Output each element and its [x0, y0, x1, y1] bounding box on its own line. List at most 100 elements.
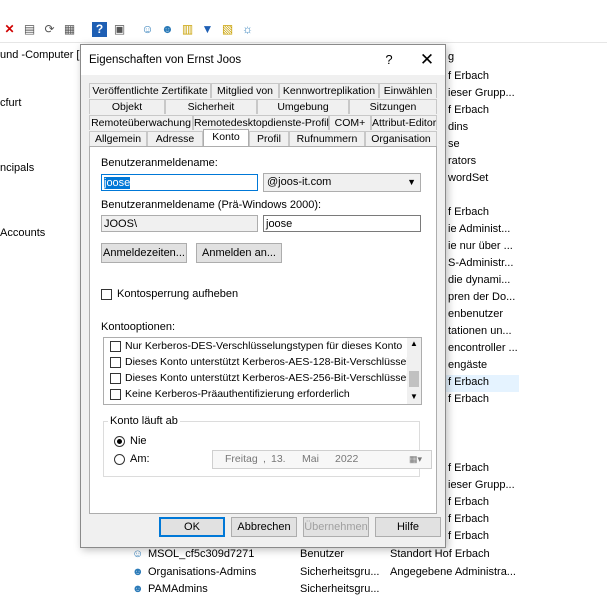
export-list-icon[interactable]: ▦	[62, 22, 77, 37]
list-desc: S-Administr...	[448, 257, 514, 269]
tree-item[interactable]: ncipals	[0, 162, 34, 174]
show-pane-icon[interactable]: ▣	[112, 22, 127, 37]
dialog-titlebar[interactable]: Eigenschaften von Ernst Joos ? ✕	[81, 45, 445, 75]
chevron-down-icon[interactable]: ▼	[410, 392, 418, 401]
tree-item[interactable]: Accounts	[0, 227, 45, 239]
tab-organization[interactable]: Organisation	[365, 131, 437, 146]
row-name: PAMAdmins	[148, 583, 208, 595]
logon-hours-button[interactable]: Anmeldezeiten...	[101, 243, 187, 263]
add-to-group-icon[interactable]: ▧	[220, 22, 235, 37]
date-month: Mai	[302, 453, 319, 465]
domain-suffix-value: @joos-it.com	[267, 176, 332, 188]
tab-object[interactable]: Objekt	[89, 99, 165, 114]
tab-profile[interactable]: Profil	[249, 131, 289, 146]
tab-environment[interactable]: Umgebung	[257, 99, 349, 114]
tab-security[interactable]: Sicherheit	[165, 99, 257, 114]
help-dialog-button[interactable]: Hilfe	[375, 517, 441, 537]
option-checkbox[interactable]	[110, 341, 121, 352]
filter-icon[interactable]: ▼	[200, 22, 215, 37]
list-desc: g	[448, 51, 455, 63]
date-weekday: Freitag	[225, 453, 258, 465]
list-desc: ie nur über ...	[448, 240, 513, 252]
properties-dialog: Eigenschaften von Ernst Joos ? ✕ Veröffe…	[80, 44, 446, 548]
scrollbar-thumb[interactable]	[409, 371, 419, 387]
user-icon: ☺	[132, 548, 144, 560]
row-type: Sicherheitsgru...	[300, 583, 380, 595]
apply-button: Übernehmen	[303, 517, 369, 537]
cancel-button[interactable]: Abbrechen	[231, 517, 297, 537]
date-year: 2022	[335, 453, 359, 465]
table-row[interactable]: ☻ PAMAdmins Sicherheitsgru...	[130, 583, 600, 600]
expires-on-radio[interactable]	[114, 454, 125, 465]
list-desc: f Erbach	[448, 513, 489, 525]
new-group-icon[interactable]: ☻	[160, 22, 175, 37]
delegate-icon[interactable]: ☼	[240, 22, 255, 37]
list-desc: ieser Grupp...	[448, 479, 515, 491]
list-desc: ieser Grupp...	[448, 87, 515, 99]
group-icon: ☻	[132, 566, 144, 578]
list-desc: se	[448, 138, 460, 150]
new-user-icon[interactable]: ☺	[140, 22, 155, 37]
logon-to-button[interactable]: Anmelden an...	[196, 243, 282, 263]
account-options-label: Kontooptionen:	[101, 321, 176, 333]
table-row[interactable]: ☺ MSOL_cf5c309d7271 Benutzer Standort Ho…	[130, 548, 600, 565]
expiry-date-picker: Freitag , 13. Mai 2022 ▦▾	[212, 450, 432, 469]
tab-telephones[interactable]: Rufnummern	[289, 131, 365, 146]
options-scrollbar[interactable]: ▲ ▼	[407, 338, 421, 404]
tab-certificates[interactable]: Veröffentlichte Zertifikate	[89, 83, 211, 98]
pre2000-label: Benutzeranmeldename (Prä-Windows 2000):	[101, 199, 322, 211]
logon-name-input[interactable]: joose	[101, 174, 258, 191]
list-desc: f Erbach	[448, 70, 489, 82]
list-desc: pren der Do...	[448, 291, 516, 303]
date-day: 13.	[271, 453, 286, 465]
pre2000-name-input[interactable]: joose	[263, 215, 421, 232]
tab-rds-profile[interactable]: Remotedesktopdienste-Profil	[193, 115, 329, 130]
ok-button[interactable]: OK	[159, 517, 225, 537]
help-button[interactable]: ?	[379, 50, 399, 70]
option-checkbox[interactable]	[110, 357, 121, 368]
expires-never-label: Nie	[130, 435, 147, 447]
tree-item[interactable]: cfurt	[0, 97, 21, 109]
logon-name-label: Benutzeranmeldename:	[101, 157, 218, 169]
tab-address[interactable]: Adresse	[147, 131, 203, 146]
account-options-list[interactable]: Nur Kerberos-DES-Verschlüsselungstypen f…	[103, 337, 422, 405]
tab-com-plus[interactable]: COM+	[329, 115, 371, 130]
option-checkbox[interactable]	[110, 389, 121, 400]
list-desc: engäste	[448, 359, 488, 371]
close-button[interactable]: ✕	[415, 50, 439, 70]
unlock-account-label: Kontosperrung aufheben	[117, 288, 239, 300]
account-expires-group: Konto läuft ab Nie Am: Freitag , 13. Mai…	[103, 415, 432, 477]
list-desc: f Erbach	[448, 376, 489, 388]
tab-remote-control[interactable]: Remoteüberwachung	[89, 115, 193, 130]
new-ou-icon[interactable]: ▥	[180, 22, 195, 37]
date-separator: ,	[263, 453, 266, 465]
tab-general[interactable]: Allgemein	[89, 131, 147, 146]
refresh-icon[interactable]: ⟳	[42, 22, 57, 37]
list-desc: rators	[448, 155, 477, 167]
chevron-up-icon[interactable]: ▲	[410, 339, 418, 348]
option-checkbox[interactable]	[110, 373, 121, 384]
tab-password-replication[interactable]: Kennwortreplikation	[279, 83, 379, 98]
properties-icon[interactable]: ▤	[22, 22, 37, 37]
list-desc: dins	[448, 121, 469, 133]
domain-suffix-select[interactable]: @joos-it.com ▼	[263, 173, 421, 192]
list-desc: f Erbach	[448, 393, 489, 405]
list-desc: f Erbach	[448, 530, 489, 542]
list-desc: tationen un...	[448, 325, 512, 337]
expires-never-radio[interactable]	[114, 436, 125, 447]
tab-sessions[interactable]: Sitzungen	[349, 99, 437, 114]
list-desc: f Erbach	[448, 206, 489, 218]
delete-icon[interactable]: ✕	[2, 22, 17, 37]
tab-dial-in[interactable]: Einwählen	[379, 83, 437, 98]
tab-member-of[interactable]: Mitglied von	[211, 83, 279, 98]
tab-account[interactable]: Konto	[203, 129, 249, 146]
calendar-icon: ▦▾	[409, 454, 423, 464]
table-row[interactable]: ☻ Organisations-Admins Sicherheitsgru...…	[130, 566, 600, 583]
help-icon[interactable]: ?	[92, 22, 107, 37]
unlock-account-checkbox[interactable]	[101, 289, 112, 300]
list-desc: encontroller ...	[448, 342, 518, 354]
tree-item[interactable]: und -Computer [	[0, 49, 79, 61]
row-name: Organisations-Admins	[148, 566, 257, 578]
row-name: MSOL_cf5c309d7271	[148, 548, 255, 560]
tab-attribute-editor[interactable]: Attribut-Editor	[371, 115, 437, 130]
